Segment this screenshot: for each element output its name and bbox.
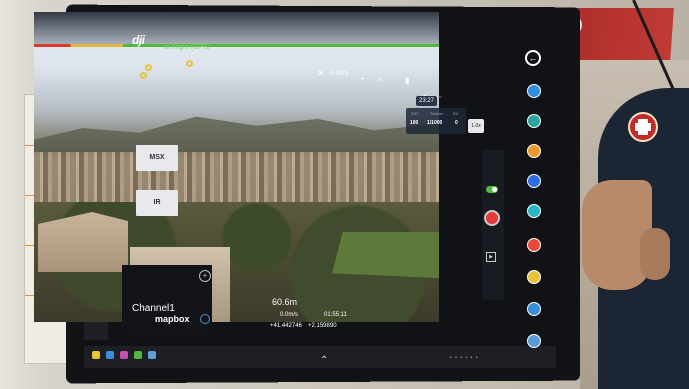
flight-status-text: In Flight (GPS) (164, 44, 211, 51)
app-launcher-icon[interactable] (527, 334, 541, 348)
iso-header: ISO (411, 111, 418, 116)
building (38, 212, 128, 272)
info-icon[interactable] (200, 314, 210, 324)
toggle-knob (492, 187, 497, 192)
dji-logo: dji (132, 33, 145, 47)
app-launcher-icon[interactable] (527, 84, 541, 98)
drone-icon: ✕ (317, 68, 325, 78)
app-icon[interactable] (148, 351, 156, 359)
longitude-value: +2.159890 (308, 323, 337, 329)
speed-value: 0.0m/s (280, 312, 299, 318)
app-launcher-icon[interactable] (527, 144, 541, 158)
sports-field (332, 232, 439, 278)
app-launcher-icon[interactable] (527, 270, 541, 284)
marker-icon (140, 72, 147, 79)
chevron-up-icon[interactable]: ⌃ (320, 355, 328, 366)
shutter-header: Shutter (430, 111, 443, 116)
folder-icon[interactable] (92, 351, 100, 359)
clock: 23:27 (416, 96, 438, 106)
channel-label: Channel1 (132, 303, 175, 314)
msx-button[interactable]: MSX (136, 145, 178, 171)
battery-icon: ▮ (405, 76, 410, 85)
app-launcher-icon[interactable] (527, 114, 541, 128)
latitude-value: +41.442746 (270, 323, 302, 329)
app-launcher-icon[interactable] (527, 302, 541, 316)
patch-cross (635, 123, 651, 131)
ev-header: EV (453, 111, 459, 116)
iso-value: 100 (410, 120, 419, 126)
ir-button[interactable]: IR (136, 190, 178, 216)
zoom-button[interactable]: 1.0x (468, 119, 484, 133)
system-tray[interactable]: • • • • • • (450, 355, 478, 361)
person-hand (640, 228, 670, 280)
play-icon[interactable]: ▶ (486, 252, 496, 262)
app-icon[interactable] (106, 351, 114, 359)
arrow-left-icon[interactable]: ← (525, 50, 541, 66)
marker-icon (186, 60, 193, 67)
ev-value: 0 (455, 120, 458, 126)
top-status-bar (34, 12, 439, 46)
flight-status-line (34, 44, 439, 47)
camera-settings-panel[interactable]: ISO Shutter EV 100 1/1000 0 (406, 108, 466, 134)
record-icon[interactable] (484, 210, 500, 226)
altitude-value: 60.6m (272, 297, 298, 307)
flight-mode: P-GPS (330, 71, 349, 77)
marker-icon (145, 64, 152, 71)
app-launcher-icon[interactable] (527, 204, 541, 218)
signal-icon: ⌁ (360, 74, 365, 83)
shutter-value: 1/1000 (427, 120, 443, 126)
mapbox-logo: mapbox (155, 314, 190, 324)
app-icon[interactable] (120, 351, 128, 359)
flight-time-value: 01:55:11 (324, 312, 347, 318)
app-launcher-icon[interactable] (527, 238, 541, 252)
rc-signal-icon: ⩘ (377, 74, 382, 83)
camera-feed[interactable] (34, 12, 439, 322)
app-launcher-icon[interactable] (527, 174, 541, 188)
map-zoom-icon[interactable]: + (199, 270, 211, 282)
app-icon[interactable] (134, 351, 142, 359)
